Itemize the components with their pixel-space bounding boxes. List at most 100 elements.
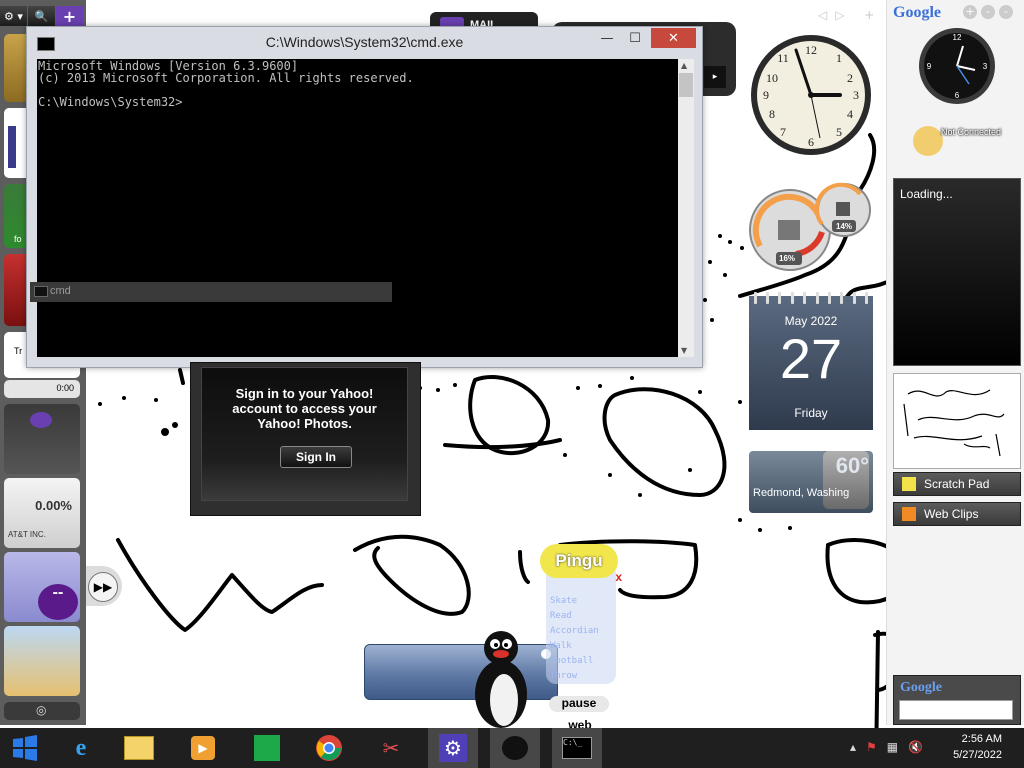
sidebar-item-label: Web Clips — [924, 507, 979, 521]
start-button[interactable] — [0, 728, 50, 768]
calendar-month: May 2022 — [784, 314, 838, 328]
close-button[interactable]: ✕ — [651, 28, 696, 48]
settings-icon: ⚙ — [439, 734, 467, 762]
yahoo-avatar-icon: -- — [38, 584, 78, 620]
weather-location: Redmond, Washing — [753, 487, 850, 499]
taskbar-store[interactable] — [242, 728, 292, 768]
cpu-percent: 16% — [779, 254, 796, 263]
pingu-pause-button[interactable]: pause — [549, 696, 609, 712]
cmd-icon: C:\_ — [562, 737, 592, 759]
google-search-input[interactable] — [899, 700, 1013, 720]
close-icon[interactable]: - — [999, 5, 1013, 19]
svg-text:1: 1 — [836, 51, 842, 65]
taskbar-media-player[interactable]: ▶ — [178, 728, 228, 768]
sidebar-item-web-clips[interactable]: Web Clips — [893, 502, 1021, 526]
svg-text:8: 8 — [769, 107, 775, 121]
pingu-action[interactable]: Skate — [550, 594, 599, 609]
weather-gadget[interactable]: 60° Redmond, Washing — [749, 451, 873, 513]
vertical-scrollbar[interactable]: ▲ ▼ — [678, 59, 694, 357]
pingu-action[interactable]: Football — [550, 654, 599, 669]
taskbar-internet-explorer[interactable]: e — [56, 728, 106, 768]
camera-gadget[interactable]: ◎ — [4, 702, 80, 720]
cpu-meter-gadget[interactable] — [748, 180, 874, 276]
taskbar-clock[interactable]: 2:56 AM 5/27/2022 — [953, 731, 1002, 763]
sidebar-controls[interactable]: + - - — [963, 5, 1013, 19]
calendar-rings — [749, 292, 873, 304]
scroll-down-icon[interactable]: ▼ — [681, 346, 687, 355]
console-line: (c) 2013 Microsoft Corporation. All righ… — [38, 71, 414, 85]
menu-icon[interactable]: - — [981, 5, 995, 19]
pingu-action[interactable]: Read — [550, 609, 599, 624]
weather-mini-gadget[interactable] — [4, 626, 80, 696]
start-icon — [13, 735, 37, 761]
stock-gadget[interactable]: 0.00% AT&T INC. — [4, 478, 80, 548]
calendar-weekday: Friday — [794, 406, 828, 420]
taskbar: e ▶ ✂ ⚙ C:\_ ▴ ⚑ ▦ 🔇 2:56 AM 5/27/2022 — [0, 728, 1024, 768]
stock-name: AT&T INC. — [8, 530, 46, 539]
taskbar-pingu[interactable] — [490, 728, 540, 768]
pingu-gadget[interactable]: Pingu x Skate Read Accordian Walk Footba… — [536, 542, 624, 690]
pingu-web-button[interactable]: web — [558, 718, 602, 728]
yahoo-mini-gadget[interactable] — [4, 404, 80, 474]
cmd-titlebar[interactable]: C:\Windows\System32\cmd.exe — ☐ ✕ — [27, 27, 702, 59]
pingu-action[interactable]: Walk — [550, 639, 599, 654]
taskbar-settings[interactable]: ⚙ — [428, 728, 478, 768]
scratch-pad-preview[interactable] — [893, 373, 1021, 469]
play-icon[interactable]: ▸ — [704, 66, 726, 88]
pingu-close-icon[interactable]: x — [615, 570, 622, 584]
memory-percent: 14% — [836, 222, 853, 231]
calendar-gadget[interactable]: May 2022 27 Friday — [749, 292, 873, 430]
sign-in-button[interactable]: Sign In — [280, 446, 352, 468]
gadget-navigation[interactable]: ◁▷ + — [818, 8, 882, 22]
pingu-action[interactable]: Accordian — [550, 624, 599, 639]
svg-text:9: 9 — [927, 62, 932, 71]
console-output[interactable]: Microsoft Windows [Version 6.3.9600] (c)… — [37, 59, 678, 357]
svg-text:10: 10 — [766, 71, 778, 85]
stock-percent: 0.00% — [35, 498, 72, 513]
rss-icon — [902, 507, 916, 521]
svg-text:6: 6 — [955, 91, 960, 100]
cmd-window[interactable]: C:\Windows\System32\cmd.exe — ☐ ✕ Micros… — [26, 26, 703, 368]
minimize-button[interactable]: — — [592, 28, 622, 48]
sidebar-item-scratch-pad[interactable]: Scratch Pad — [893, 472, 1021, 496]
maximize-button[interactable]: ☐ — [620, 28, 650, 48]
tray-expand-icon[interactable]: ▴ — [850, 740, 856, 754]
action-center-icon[interactable]: ⚑ — [866, 740, 877, 754]
add-gadget-button[interactable]: + — [56, 6, 83, 26]
fast-forward-icon: ▶▶ — [88, 572, 118, 602]
add-icon[interactable]: + — [963, 5, 977, 19]
store-icon — [254, 735, 280, 761]
analog-clock-gadget[interactable]: 12123 4567 891011 — [748, 32, 874, 158]
chrome-icon — [316, 735, 342, 761]
left-bar-toolbar: ⚙ ▾ 🔍 + — [0, 6, 84, 26]
svg-text:5: 5 — [836, 125, 842, 139]
google-search-logo: Google — [900, 680, 942, 695]
taskbar-cmd[interactable]: C:\_ — [552, 728, 602, 768]
forward-gadget[interactable]: ▶▶ — [86, 566, 122, 606]
clock-date: 5/27/2022 — [953, 749, 1002, 761]
network-icon[interactable]: ▦ — [887, 740, 898, 754]
media-player-icon: ▶ — [191, 736, 215, 760]
volume-muted-icon[interactable]: 🔇 — [908, 740, 923, 754]
yahoo-photos-panel: Sign in to your Yahoo! account to access… — [201, 367, 408, 501]
yahoo-messenger-gadget[interactable]: -- — [4, 552, 80, 622]
taskbar-snipping-tool[interactable]: ✂ — [366, 728, 416, 768]
sidebar-item-label: Scratch Pad — [924, 477, 990, 491]
system-tray[interactable]: ▴ ⚑ ▦ 🔇 — [850, 740, 923, 754]
svg-text:11: 11 — [777, 51, 789, 65]
scrollbar-thumb[interactable] — [679, 73, 693, 97]
yahoo-icon — [30, 412, 52, 428]
counter-time: 0:00 — [56, 383, 74, 393]
pingu-action[interactable]: Throw — [550, 669, 599, 684]
gear-menu-button[interactable]: ⚙ ▾ — [0, 6, 27, 26]
snipping-tool-icon: ✂ — [382, 736, 400, 760]
sidebar-clock[interactable]: 12 3 6 9 — [917, 26, 997, 106]
svg-text:2: 2 — [847, 71, 853, 85]
taskbar-file-explorer[interactable] — [114, 728, 164, 768]
sidebar-loading-panel: Loading... — [893, 178, 1021, 366]
gadget-stripe — [8, 126, 16, 168]
scroll-up-icon[interactable]: ▲ — [681, 61, 687, 70]
taskbar-chrome[interactable] — [304, 728, 354, 768]
search-button[interactable]: 🔍 — [28, 6, 55, 26]
green-gadget-label: fo — [14, 234, 22, 244]
